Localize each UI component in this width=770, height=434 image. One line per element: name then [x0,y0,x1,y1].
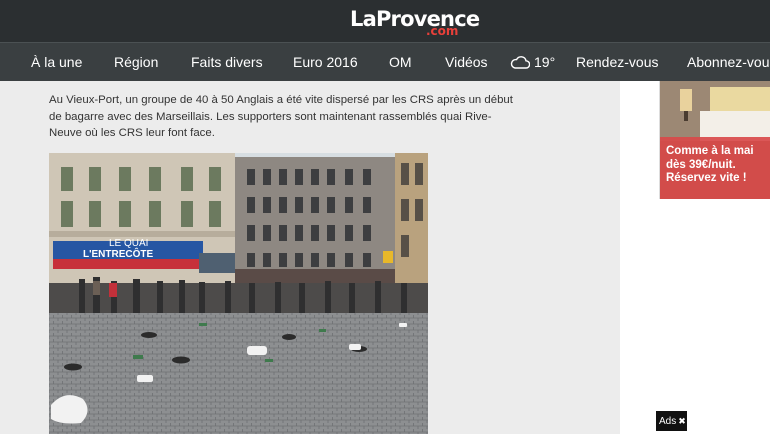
nav-item-a-la-une[interactable]: À la une [31,43,82,81]
nav-item-weather[interactable]: 19° [510,43,555,81]
photo-sign-le-quai: LE QUAI [109,238,148,249]
weather-temperature: 19° [534,54,556,70]
nav-item-om[interactable]: OM [389,43,412,81]
ads-close-button[interactable]: Ads ✖ [656,411,687,431]
sidebar: Comme à la mai dès 39€/nuit. Réservez vi… [620,81,770,434]
nav-item-videos[interactable]: Vidéos [445,43,488,81]
site-logo[interactable]: LaProvence [350,8,480,30]
nav-item-faits-divers[interactable]: Faits divers [191,43,263,81]
article-paragraph: Au Vieux-Port, un groupe de 40 à 50 Angl… [49,94,513,139]
street-scene-image: LE QUAI L'ENTRECÔTE [49,153,428,434]
article-photo[interactable]: LE QUAI L'ENTRECÔTE [49,153,428,434]
hotel-ad-banner[interactable]: Comme à la mai dès 39€/nuit. Réservez vi… [659,81,770,199]
ad-line-3: Réservez vite ! [666,172,747,184]
nav-item-rendez-vous[interactable]: Rendez-vous [576,43,659,81]
top-header: LaProvence .com [0,0,770,42]
ad-line-2: dès 39€/nuit. [666,158,736,171]
close-icon[interactable]: ✖ [678,416,686,426]
ad-line-1: Comme à la mai [666,145,754,157]
article-content: Au Vieux-Port, un groupe de 40 à 50 Angl… [0,81,620,434]
nav-item-region[interactable]: Région [114,43,158,81]
cloud-icon [510,55,531,69]
ads-label: Ads [659,416,677,427]
main-navigation: À la une Région Faits divers Euro 2016 O… [0,42,770,81]
photo-sign-entrecote: L'ENTRECÔTE [83,247,153,260]
ad-text: Comme à la mai dès 39€/nuit. Réservez vi… [666,145,770,186]
site-logo-domain[interactable]: .com [426,25,458,37]
nav-item-subscribe[interactable]: Abonnez-vous [687,43,770,81]
nav-item-euro-2016[interactable]: Euro 2016 [293,43,358,81]
